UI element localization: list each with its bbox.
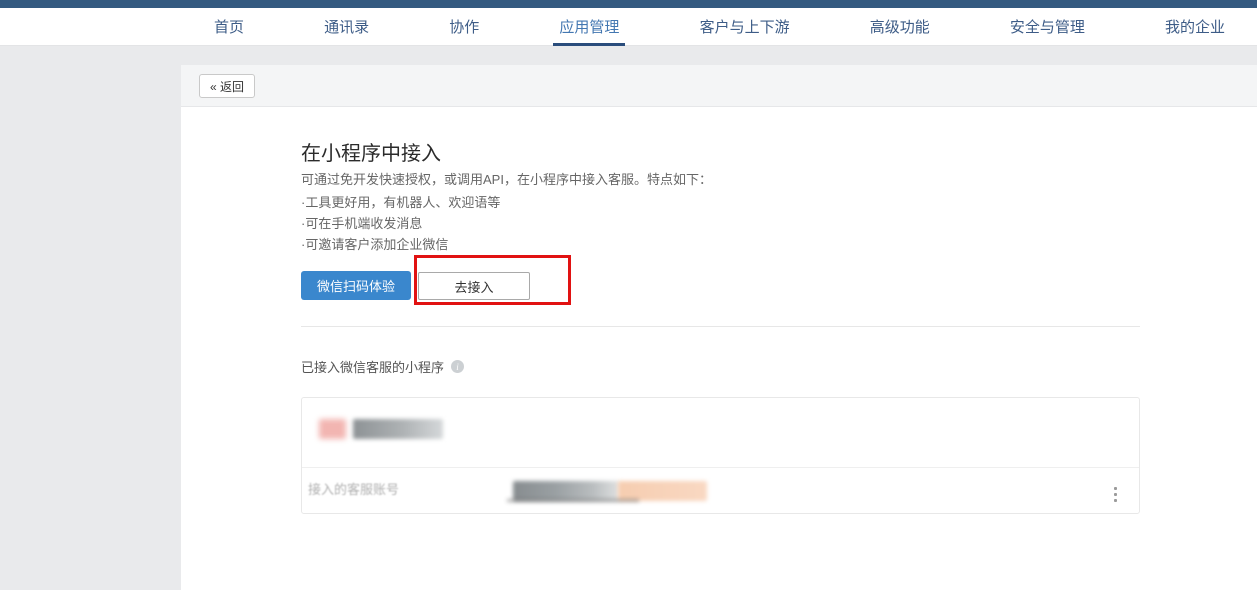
redacted-miniprogram-icon <box>319 419 346 439</box>
page: 首页 通讯录 协作 应用管理 客户与上下游 高级功能 安全与管理 我的企业 « … <box>0 0 1257 590</box>
wechat-scan-experience-button[interactable]: 微信扫码体验 <box>301 271 411 300</box>
tab-collaboration[interactable]: 协作 <box>445 8 483 45</box>
info-icon[interactable]: i <box>451 360 464 373</box>
section-title-text: 已接入微信客服的小程序 <box>301 357 444 376</box>
feature-list: ·工具更好用，有机器人、欢迎语等 ·可在手机端收发消息 ·可邀请客户添加企业微信 <box>301 192 500 255</box>
more-options-kebab-icon[interactable] <box>1104 482 1126 506</box>
redacted-account-value <box>513 481 619 501</box>
main-nav: 首页 通讯录 协作 应用管理 客户与上下游 高级功能 安全与管理 我的企业 <box>0 8 1257 46</box>
panel-header: « 返回 <box>181 65 1257 107</box>
section-divider <box>301 326 1140 327</box>
tab-my-enterprise[interactable]: 我的企业 <box>1161 8 1229 45</box>
go-connect-button[interactable]: 去接入 <box>418 272 530 300</box>
redacted-miniprogram-name <box>353 419 443 439</box>
tab-contacts[interactable]: 通讯录 <box>320 8 373 45</box>
content-panel: « 返回 在小程序中接入 可通过免开发快速授权，或调用API，在小程序中接入客服… <box>181 65 1257 590</box>
tab-customers[interactable]: 客户与上下游 <box>696 8 794 45</box>
account-label: 接入的客服账号 <box>308 479 399 498</box>
back-button[interactable]: « 返回 <box>199 74 255 98</box>
card-divider <box>302 467 1139 468</box>
redacted-text-smudge <box>507 499 639 502</box>
tab-home[interactable]: 首页 <box>210 8 248 45</box>
tab-security-management[interactable]: 安全与管理 <box>1006 8 1089 45</box>
feature-item: ·可在手机端收发消息 <box>301 213 500 234</box>
redacted-account-value-2 <box>618 481 707 501</box>
connected-miniprogram-card: 接入的客服账号 <box>301 397 1140 514</box>
feature-item: ·可邀请客户添加企业微信 <box>301 234 500 255</box>
feature-item: ·工具更好用，有机器人、欢迎语等 <box>301 192 500 213</box>
connected-miniprogram-section-title: 已接入微信客服的小程序 i <box>301 357 464 376</box>
top-browser-strip <box>0 0 1257 8</box>
tab-app-management[interactable]: 应用管理 <box>555 8 623 45</box>
tab-advanced-features[interactable]: 高级功能 <box>866 8 934 45</box>
page-description: 可通过免开发快速授权，或调用API，在小程序中接入客服。特点如下： <box>301 169 712 188</box>
page-title: 在小程序中接入 <box>301 137 441 166</box>
